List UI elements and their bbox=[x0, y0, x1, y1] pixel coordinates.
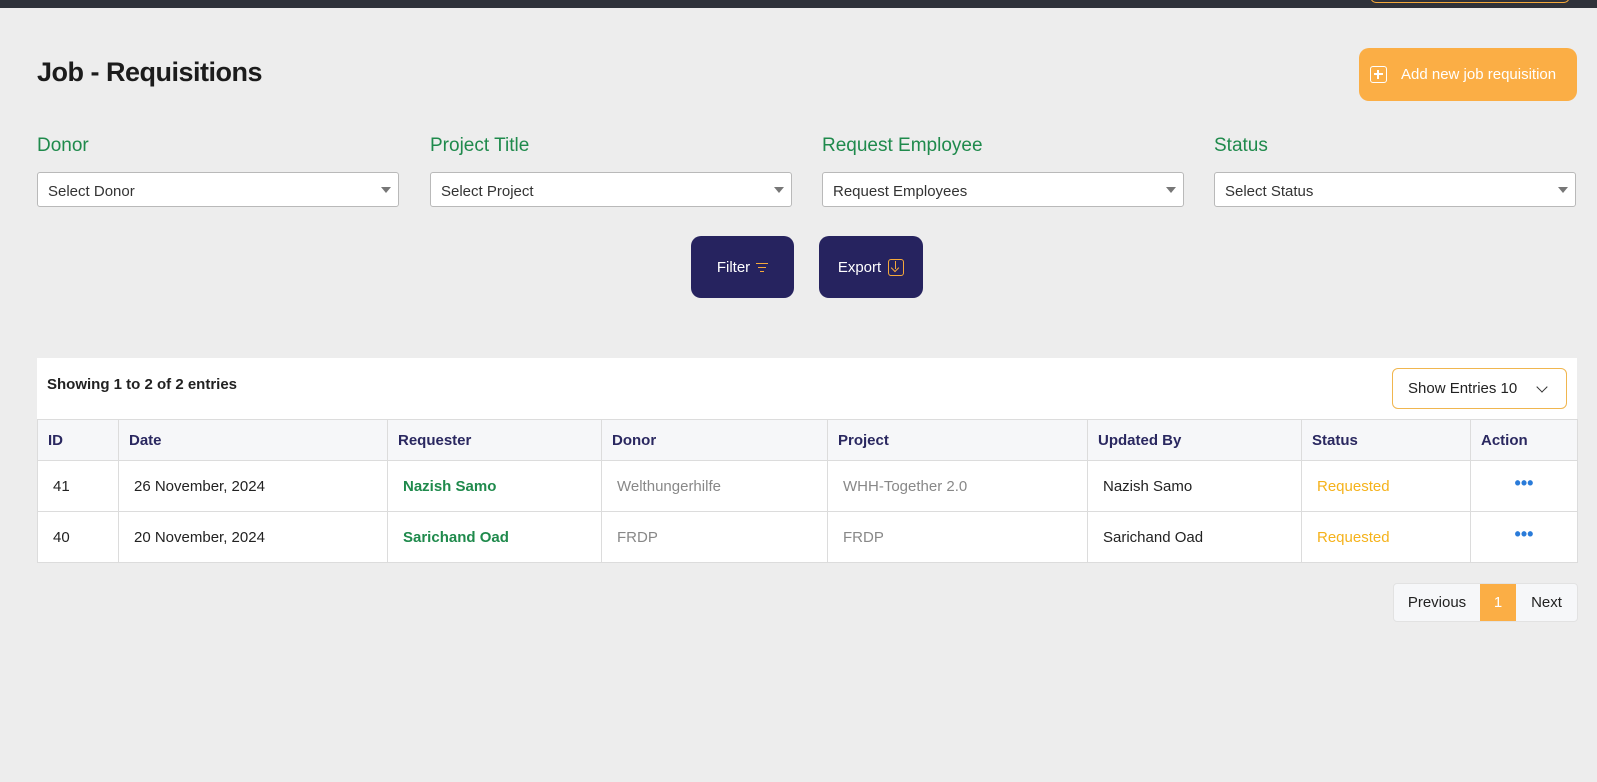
request-employee-select[interactable]: Request Employees bbox=[822, 172, 1184, 207]
requisitions-table-panel: Showing 1 to 2 of 2 entries Show Entries… bbox=[37, 358, 1578, 563]
request-employee-filter: Request Employee Request Employees bbox=[822, 135, 1184, 207]
caret-down-icon bbox=[381, 187, 391, 193]
column-header-id[interactable]: ID bbox=[37, 419, 119, 461]
plus-square-icon bbox=[1370, 66, 1387, 83]
requisitions-table: ID Date Requester Donor Project Updated … bbox=[37, 419, 1578, 563]
filter-button-label: Filter bbox=[716, 258, 751, 276]
export-button[interactable]: Export bbox=[819, 236, 923, 298]
request-employee-select-value: Request Employees bbox=[833, 183, 968, 200]
cell-requester-link[interactable]: Nazish Samo bbox=[387, 460, 602, 512]
status-select[interactable]: Select Status bbox=[1214, 172, 1576, 207]
status-select-value: Select Status bbox=[1225, 183, 1314, 200]
more-dots-icon[interactable]: ••• bbox=[1470, 460, 1578, 512]
cell-project: WHH-Together 2.0 bbox=[827, 460, 1088, 512]
status-filter: Status Select Status bbox=[1214, 135, 1576, 207]
column-header-date[interactable]: Date bbox=[118, 419, 388, 461]
project-title-filter-label: Project Title bbox=[430, 135, 530, 156]
filter-lines-icon bbox=[756, 262, 769, 272]
page-number-button[interactable]: 1 bbox=[1480, 584, 1516, 621]
pagination: Previous 1 Next bbox=[1393, 583, 1578, 622]
column-header-status[interactable]: Status bbox=[1301, 419, 1471, 461]
caret-down-icon bbox=[1166, 187, 1176, 193]
chevron-down-icon bbox=[1536, 381, 1548, 393]
cell-donor: Welthungerhilfe bbox=[601, 460, 828, 512]
donor-filter: Donor Select Donor bbox=[37, 135, 399, 207]
add-job-requisition-button[interactable]: Add new job requisition bbox=[1359, 48, 1577, 101]
cell-date: 26 November, 2024 bbox=[118, 460, 388, 512]
table-row: 41 26 November, 2024 Nazish Samo Welthun… bbox=[37, 460, 1578, 512]
show-entries-select[interactable]: Show Entries 10 bbox=[1392, 368, 1567, 409]
cell-date: 20 November, 2024 bbox=[118, 511, 388, 563]
column-header-donor[interactable]: Donor bbox=[601, 419, 828, 461]
donor-select[interactable]: Select Donor bbox=[37, 172, 399, 207]
project-select-value: Select Project bbox=[441, 183, 534, 200]
project-title-filter: Project Title Select Project bbox=[430, 135, 792, 207]
export-download-icon bbox=[888, 258, 905, 276]
status-badge: Requested bbox=[1301, 511, 1471, 563]
status-badge: Requested bbox=[1301, 460, 1471, 512]
project-select[interactable]: Select Project bbox=[430, 172, 792, 207]
cell-updated-by: Nazish Samo bbox=[1087, 460, 1302, 512]
filter-button[interactable]: Filter bbox=[691, 236, 794, 298]
cell-updated-by: Sarichand Oad bbox=[1087, 511, 1302, 563]
previous-page-button[interactable]: Previous bbox=[1394, 584, 1480, 621]
request-employee-filter-label: Request Employee bbox=[822, 135, 983, 156]
cell-requester-link[interactable]: Sarichand Oad bbox=[387, 511, 602, 563]
column-header-updated-by[interactable]: Updated By bbox=[1087, 419, 1302, 461]
page-title: Job - Requisitions bbox=[37, 57, 263, 87]
caret-down-icon bbox=[1558, 187, 1568, 193]
donor-filter-label: Donor bbox=[37, 135, 89, 156]
donor-select-value: Select Donor bbox=[48, 183, 135, 200]
caret-down-icon bbox=[774, 187, 784, 193]
status-filter-label: Status bbox=[1214, 135, 1268, 156]
column-header-requester[interactable]: Requester bbox=[387, 419, 602, 461]
export-button-label: Export bbox=[837, 258, 882, 276]
cell-project: FRDP bbox=[827, 511, 1088, 563]
more-dots-icon[interactable]: ••• bbox=[1470, 511, 1578, 563]
cell-id: 41 bbox=[37, 460, 119, 512]
column-header-action: Action bbox=[1470, 419, 1578, 461]
table-row: 40 20 November, 2024 Sarichand Oad FRDP … bbox=[37, 511, 1578, 563]
column-header-project[interactable]: Project bbox=[827, 419, 1088, 461]
top-navbar bbox=[0, 0, 1597, 8]
entries-summary: Showing 1 to 2 of 2 entries bbox=[47, 376, 238, 393]
add-job-requisition-label: Add new job requisition bbox=[1401, 66, 1557, 83]
next-page-button[interactable]: Next bbox=[1516, 584, 1577, 621]
navbar-button-edge[interactable] bbox=[1370, 0, 1570, 3]
cell-donor: FRDP bbox=[601, 511, 828, 563]
show-entries-label: Show Entries 10 bbox=[1408, 380, 1518, 397]
table-header-row: ID Date Requester Donor Project Updated … bbox=[37, 419, 1578, 461]
cell-id: 40 bbox=[37, 511, 119, 563]
